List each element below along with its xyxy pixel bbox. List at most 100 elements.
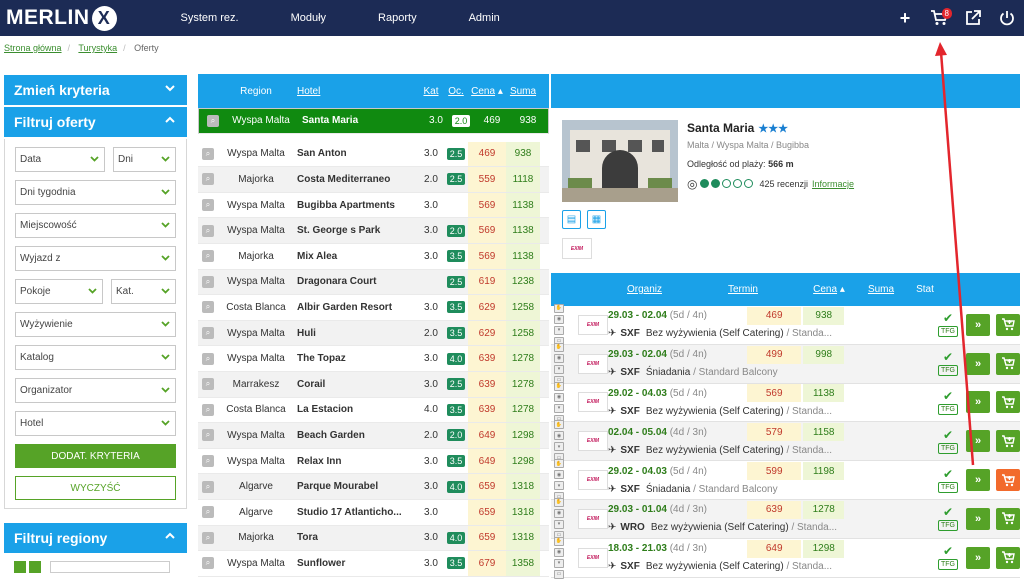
hand-icon[interactable]: ✋ [554, 536, 564, 546]
region-sort-select[interactable] [50, 561, 170, 573]
external-link-icon[interactable] [956, 10, 990, 26]
offer-row[interactable]: ✋ ◉ ▾ ▭ EXIM 02.04 - 05.04 (4d / 3n) 579 1158 ✈ S… [551, 420, 1020, 463]
hotel-row[interactable]: ⌕ Wyspa Malta Dragonara Court 2.5 619 1238 [198, 269, 549, 296]
nav-admin[interactable]: Admin [443, 12, 526, 24]
details-button[interactable]: » [966, 507, 990, 530]
col-termin[interactable]: Termin [687, 284, 799, 295]
hotel-row[interactable]: ⌕ Majorka Costa Mediterraneo 2.0 2.5 559 1118 [198, 167, 549, 193]
change-criteria-header[interactable]: Zmień kryteria [4, 75, 187, 107]
breadcrumb-home[interactable]: Strona główna [4, 43, 62, 53]
plus-icon[interactable]: + [888, 8, 922, 29]
filter-regions-header[interactable]: Filtruj regiony [4, 523, 187, 555]
details-button[interactable]: » [966, 546, 990, 569]
hotel-row[interactable]: ⌕ Majorka Mix Alea 3.0 3.5 569 1138 [198, 243, 549, 270]
power-icon[interactable] [990, 10, 1024, 26]
dni-tygodnia-select[interactable]: Dni tygodnia [15, 180, 176, 205]
magnifier-icon[interactable]: ⌕ [202, 455, 214, 468]
hand-icon[interactable]: ✋ [554, 303, 564, 313]
camera-icon[interactable]: ◉ [554, 392, 564, 402]
col-kat[interactable]: Kat [418, 86, 444, 97]
hotel-row[interactable]: ⌕ Wyspa Malta San Anton 3.0 2.5 469 938 [198, 141, 549, 168]
offer-row[interactable]: ✋ ◉ ▾ ▭ EXIM 29.02 - 04.03 (5d / 4n) 569 1138 ✈ S… [551, 381, 1020, 424]
data-select[interactable]: Data [15, 147, 105, 172]
katalog-select[interactable]: Katalog [15, 345, 176, 370]
miejscowosc-select[interactable]: Miejscowość [15, 213, 176, 238]
camera-icon[interactable]: ◉ [554, 508, 564, 518]
details-button[interactable]: » [966, 352, 990, 375]
camera-icon[interactable]: ◉ [554, 431, 564, 441]
magnifier-icon[interactable]: ⌕ [202, 480, 214, 493]
magnifier-icon[interactable]: ⌕ [202, 173, 214, 186]
magnifier-icon[interactable]: ⌕ [202, 506, 214, 519]
camera-icon[interactable]: ◉ [554, 470, 564, 480]
magnifier-icon[interactable]: ⌕ [202, 250, 214, 263]
hotel-name-cell[interactable]: Dragonara Court [294, 276, 418, 287]
details-button[interactable]: » [966, 391, 990, 414]
magnifier-icon[interactable]: ⌕ [202, 403, 214, 416]
floorplan-icon[interactable]: ▤ [562, 210, 581, 229]
add-to-cart-button[interactable] [996, 391, 1020, 414]
col-cena[interactable]: Cena [471, 86, 495, 97]
clear-button[interactable]: WYCZYŚĆ [15, 476, 176, 500]
hotel-row[interactable]: ⌕ Marrakesz Corail 3.0 2.5 639 1278 [198, 371, 549, 398]
hotel-row[interactable]: ⌕ Algarve Parque Mourabel 3.0 4.0 659 1318 [198, 474, 549, 500]
hotel-select[interactable]: Hotel [15, 411, 176, 436]
add-to-cart-button[interactable] [996, 469, 1020, 492]
hand-icon[interactable]: ✋ [554, 497, 564, 507]
hotel-name-cell[interactable]: St. George s Park [294, 225, 418, 236]
hotel-name-cell[interactable]: Costa Mediterraneo [294, 174, 418, 185]
offer-row[interactable]: ✋ ◉ ▾ ▭ EXIM 29.03 - 02.04 (5d / 4n) 499 998 ✈ SX… [551, 342, 1020, 385]
magnifier-icon[interactable]: ⌕ [202, 327, 214, 340]
camera-icon[interactable]: ◉ [554, 314, 564, 324]
dropdown-icon[interactable]: ▾ [554, 558, 564, 568]
hotel-name-cell[interactable]: The Topaz [294, 353, 418, 364]
add-criteria-button[interactable]: DODAT. KRYTERIA [15, 444, 176, 468]
screen-icon[interactable]: ▭ [554, 569, 564, 579]
wyzywienie-select[interactable]: Wyżywienie [15, 312, 176, 337]
offer-row[interactable]: ✋ ◉ ▾ ▭ EXIM 29.02 - 04.03 (5d / 4n) 599 1198 ✈ S… [551, 459, 1020, 502]
col-hotel[interactable]: Hotel [294, 86, 418, 97]
add-to-cart-button[interactable] [996, 546, 1020, 569]
dropdown-icon[interactable]: ▾ [554, 442, 564, 452]
hotel-name-cell[interactable]: Mix Alea [294, 251, 418, 262]
hotel-name-cell[interactable]: Relax Inn [294, 456, 418, 467]
hotel-name-cell[interactable]: Studio 17 Atlanticho... [294, 507, 418, 518]
details-button[interactable]: » [966, 430, 990, 453]
magnifier-icon[interactable]: ⌕ [202, 224, 214, 237]
document-icon[interactable]: ▦ [587, 210, 606, 229]
offer-row[interactable]: ✋ ◉ ▾ ▭ EXIM 29.03 - 01.04 (4d / 3n) 639 1278 ✈ W… [551, 497, 1020, 540]
dni-select[interactable]: Dni [113, 147, 176, 172]
details-button[interactable]: » [966, 469, 990, 492]
hotel-row[interactable]: ⌕ Wyspa Malta Huli 2.0 3.5 629 1258 [198, 320, 549, 347]
magnifier-icon[interactable]: ⌕ [202, 557, 214, 570]
hand-icon[interactable]: ✋ [554, 420, 564, 430]
breadcrumb-turystyka[interactable]: Turystyka [78, 43, 117, 53]
hotel-row[interactable]: ⌕ Majorka Tora 3.0 4.0 659 1318 [198, 525, 549, 552]
nav-moduly[interactable]: Moduły [265, 12, 352, 24]
hotel-name-cell[interactable]: Huli [294, 328, 418, 339]
details-button[interactable]: » [966, 313, 990, 336]
hotel-row[interactable]: ⌕ Wyspa Malta Santa Maria 3.0 2.0 469 938 [198, 108, 549, 134]
kat-select[interactable]: Kat. [111, 279, 176, 304]
hotel-photo[interactable] [562, 120, 678, 202]
hotel-name-cell[interactable]: San Anton [294, 148, 418, 159]
offer-row[interactable]: ✋ ◉ ▾ ▭ EXIM 29.03 - 02.04 (5d / 4n) 469 938 ✈ SX… [551, 303, 1020, 346]
col-offer-cena[interactable]: Cena [813, 284, 837, 295]
hotel-row[interactable]: ⌕ Wyspa Malta Beach Garden 2.0 2.0 649 1298 [198, 423, 549, 449]
hotel-row[interactable]: ⌕ Wyspa Malta Relax Inn 3.0 3.5 649 1298 [198, 448, 549, 475]
add-to-cart-button[interactable] [996, 352, 1020, 375]
collapse-icon[interactable] [14, 561, 26, 573]
hotel-name-cell[interactable]: Albir Garden Resort [294, 302, 418, 313]
hotel-row[interactable]: ⌕ Algarve Studio 17 Atlanticho... 3.0 659 131… [198, 499, 549, 526]
info-link[interactable]: Informacje [812, 179, 854, 189]
nav-raporty[interactable]: Raporty [352, 12, 443, 24]
hotel-name-cell[interactable]: Tora [294, 532, 418, 543]
col-organiz[interactable]: Organiz [627, 284, 687, 295]
add-to-cart-button[interactable] [996, 507, 1020, 530]
hotel-name-cell[interactable]: Parque Mourabel [294, 481, 418, 492]
col-offer-suma[interactable]: Suma [859, 284, 903, 295]
hand-icon[interactable]: ✋ [554, 342, 564, 352]
magnifier-icon[interactable]: ⌕ [202, 429, 214, 442]
add-to-cart-button[interactable] [996, 430, 1020, 453]
filter-offers-header[interactable]: Filtruj oferty [4, 107, 187, 139]
